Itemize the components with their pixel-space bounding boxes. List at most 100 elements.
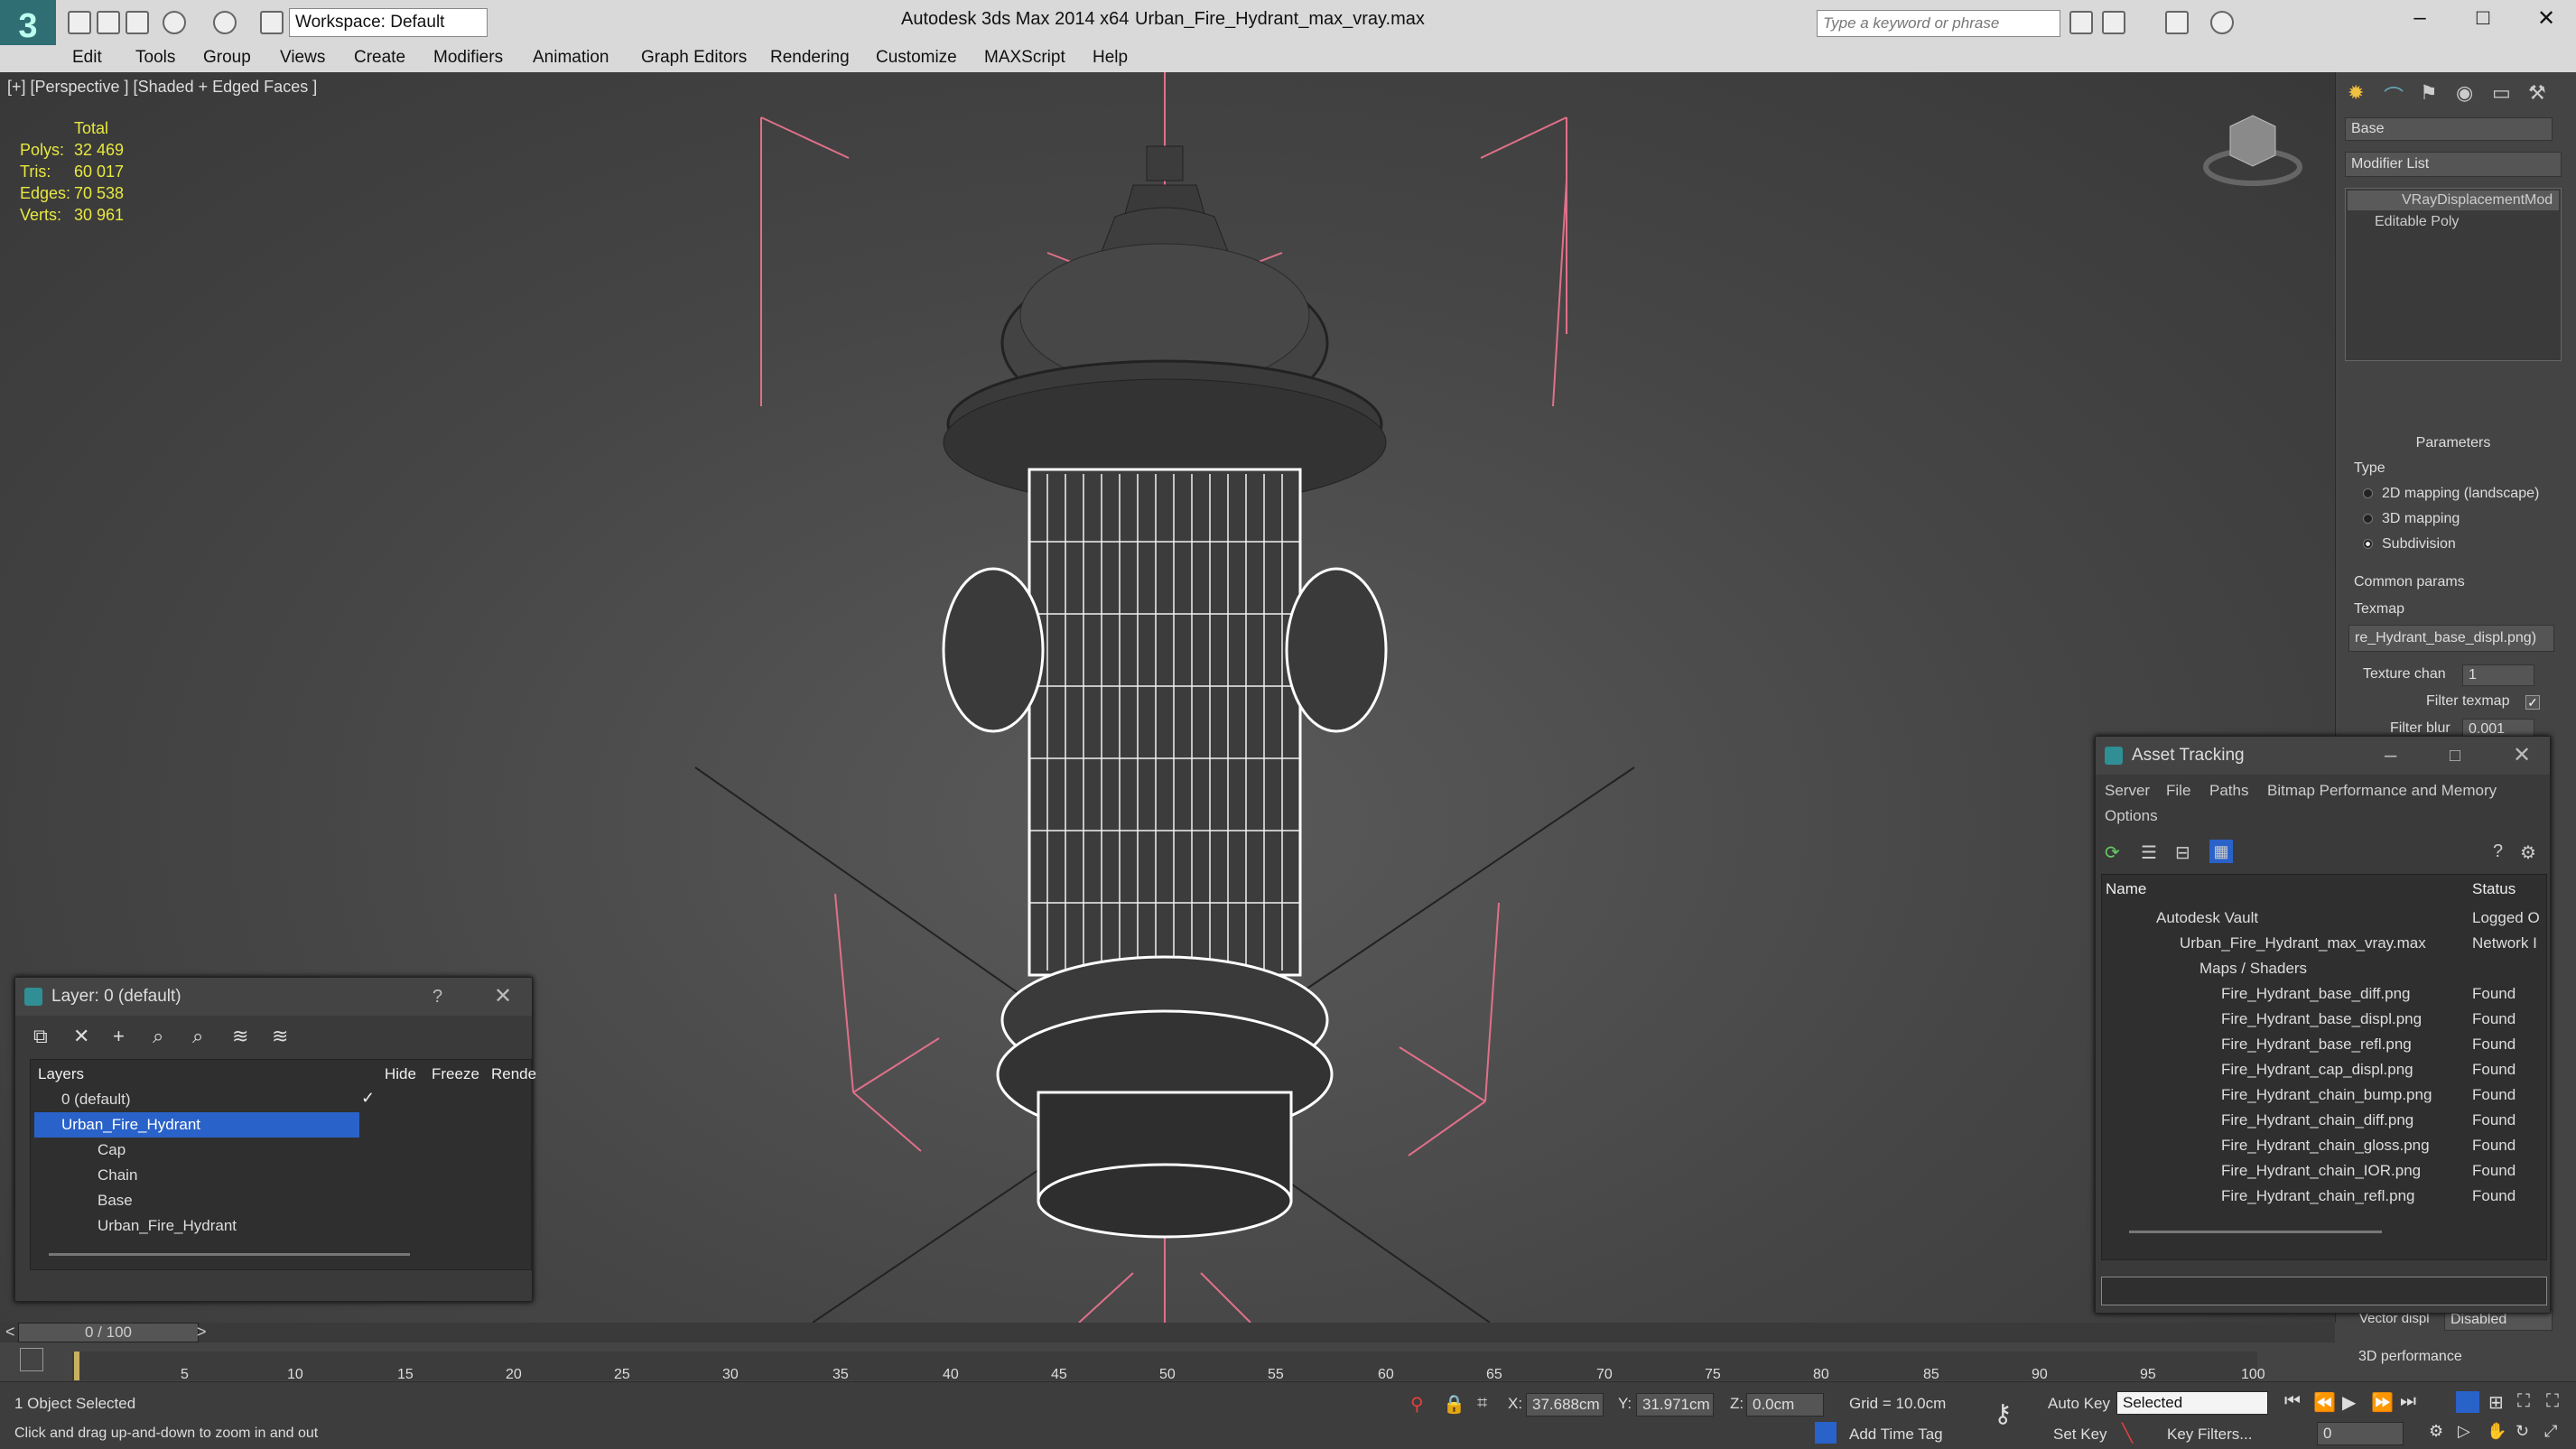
parameters-rollout-title[interactable]: Parameters — [2336, 435, 2571, 451]
time-slider-prev[interactable]: < — [5, 1323, 15, 1342]
object-name-field[interactable]: Base — [2345, 117, 2553, 141]
menu-paths[interactable]: Paths — [2209, 782, 2248, 800]
menu-group[interactable]: Group — [203, 48, 251, 68]
selection-set-dropdown[interactable]: Selected — [2116, 1391, 2268, 1415]
menu-options[interactable]: Options — [2105, 807, 2158, 825]
hierarchy-tab-icon[interactable]: ⚑ — [2420, 81, 2438, 105]
menu-bitmap-performance[interactable]: Bitmap Performance and Memory — [2267, 782, 2497, 800]
key-filters-button[interactable]: Key Filters... — [2167, 1426, 2252, 1444]
field-of-view-icon[interactable]: ▷ — [2458, 1422, 2470, 1441]
table-row[interactable]: Fire_Hydrant_chain_refl.png Found — [2102, 1184, 2548, 1209]
horizontal-scrollbar[interactable] — [2129, 1231, 2382, 1233]
col-freeze[interactable]: Freeze — [432, 1065, 479, 1083]
z-coord-field[interactable]: 0.0cm — [1746, 1393, 1824, 1416]
binoculars-icon[interactable] — [2069, 11, 2093, 34]
modifier-list-dropdown[interactable]: Modifier List — [2345, 152, 2562, 177]
list-item[interactable]: Urban_Fire_Hydrant — [34, 1112, 359, 1138]
close-icon[interactable]: ✕ — [2528, 5, 2564, 32]
motion-tab-icon[interactable]: ◉ — [2456, 81, 2473, 105]
col-name[interactable]: Name — [2106, 880, 2146, 898]
y-coord-field[interactable]: 31.971cm — [1636, 1393, 1714, 1416]
filter-texmap-checkbox[interactable]: ✓ — [2525, 695, 2540, 710]
radio-2d-mapping[interactable]: 2D mapping (landscape) — [2363, 486, 2539, 502]
asset-dialog-title[interactable]: Asset Tracking — [2096, 737, 2550, 775]
viewcube-icon[interactable] — [2203, 115, 2302, 186]
close-icon[interactable]: ✕ — [2513, 737, 2531, 775]
stack-item-vraydisplacement[interactable]: VRayDisplacementMod — [2348, 190, 2559, 210]
table-row[interactable]: Fire_Hydrant_base_diff.png Found — [2102, 981, 2548, 1007]
display-tab-icon[interactable]: ▭ — [2492, 81, 2511, 105]
minimize-icon[interactable]: – — [2385, 737, 2396, 775]
x-coord-field[interactable]: 37.688cm — [1526, 1393, 1604, 1416]
add-to-layer-icon[interactable]: + — [113, 1025, 125, 1048]
project-folder-icon[interactable] — [260, 11, 284, 34]
help-icon[interactable]: ? — [2493, 841, 2503, 862]
zoom-extents-icon[interactable]: ⛶ — [2517, 1391, 2530, 1412]
time-slider-thumb[interactable]: 0 / 100 — [18, 1323, 199, 1342]
asset-path-field[interactable] — [2101, 1277, 2547, 1305]
col-layers[interactable]: Layers — [38, 1065, 84, 1083]
mini-curve-icon[interactable] — [20, 1348, 43, 1371]
help-icon[interactable] — [2210, 11, 2234, 34]
list-item[interactable]: Cap — [34, 1138, 359, 1163]
next-frame-icon[interactable]: ⏩ — [2371, 1391, 2394, 1414]
texmap-button[interactable]: re_Hydrant_base_displ.png) — [2348, 625, 2554, 652]
zoom-extents-all-icon[interactable]: ⛶ — [2546, 1391, 2559, 1412]
current-frame-marker[interactable] — [74, 1351, 79, 1380]
table-row[interactable]: Urban_Fire_Hydrant_max_vray.max Network I — [2102, 931, 2548, 956]
menu-views[interactable]: Views — [280, 48, 325, 68]
maximize-viewport-icon[interactable]: ⤢ — [2544, 1422, 2557, 1441]
menu-create[interactable]: Create — [354, 48, 405, 68]
menu-modifiers[interactable]: Modifiers — [433, 48, 503, 68]
dialog-help-icon[interactable]: ? — [432, 978, 442, 1016]
favorites-star-icon[interactable] — [2165, 11, 2189, 34]
table-row[interactable]: Fire_Hydrant_chain_gloss.png Found — [2102, 1133, 2548, 1158]
go-to-end-icon[interactable]: ⏭ — [2400, 1391, 2416, 1412]
previous-frame-icon[interactable]: ⏪ — [2313, 1391, 2336, 1414]
col-status[interactable]: Status — [2472, 880, 2516, 898]
minimize-icon[interactable]: – — [2402, 5, 2438, 31]
time-tag-icon[interactable] — [1815, 1422, 1837, 1444]
list-item[interactable]: Chain — [34, 1163, 359, 1188]
pan-icon[interactable]: ✋ — [2487, 1422, 2506, 1441]
zoom-all-icon[interactable]: ⊞ — [2488, 1391, 2504, 1414]
auto-key-button[interactable]: Auto Key — [2048, 1395, 2110, 1413]
new-file-icon[interactable] — [68, 11, 91, 34]
col-render[interactable]: Rende — [491, 1065, 536, 1083]
table-row[interactable]: Autodesk Vault Logged O — [2102, 906, 2548, 931]
orbit-icon[interactable]: ↻ — [2516, 1422, 2529, 1441]
highlight-layer-icon[interactable]: ⌕ — [192, 1025, 203, 1048]
table-row[interactable]: Fire_Hydrant_chain_IOR.png Found — [2102, 1158, 2548, 1184]
redo-icon[interactable] — [213, 11, 237, 34]
list-item[interactable]: 0 (default) — [34, 1087, 359, 1112]
table-row[interactable]: Fire_Hydrant_chain_diff.png Found — [2102, 1108, 2548, 1133]
play-icon[interactable]: ▶ — [2342, 1391, 2356, 1414]
refresh-icon[interactable]: ⟳ — [2105, 841, 2120, 864]
key-icon[interactable]: ⚷ — [1994, 1398, 2013, 1428]
time-config-icon[interactable]: ⚙ — [2429, 1422, 2443, 1441]
horizontal-scrollbar[interactable] — [49, 1253, 410, 1256]
undo-icon[interactable] — [163, 11, 186, 34]
time-slider-track[interactable]: < 0 / 100 > — [0, 1323, 2335, 1342]
texture-chan-spinner[interactable]: 1 — [2462, 664, 2534, 686]
hide-all-icon[interactable]: ≋ — [232, 1025, 248, 1048]
stack-item-editable-poly[interactable]: Editable Poly — [2348, 212, 2559, 232]
workspace-dropdown[interactable]: Workspace: Default — [289, 8, 488, 37]
menu-server[interactable]: Server — [2105, 782, 2150, 800]
radio-3d-mapping[interactable]: 3D mapping — [2363, 511, 2460, 527]
create-tab-icon[interactable]: ✹ — [2348, 81, 2364, 105]
table-row[interactable]: Fire_Hydrant_base_refl.png Found — [2102, 1032, 2548, 1057]
save-file-icon[interactable] — [126, 11, 149, 34]
menu-help[interactable]: Help — [1093, 48, 1128, 68]
open-file-icon[interactable] — [97, 11, 120, 34]
new-layer-icon[interactable]: ⧉ — [33, 1025, 48, 1048]
utilities-tab-icon[interactable]: ⚒ — [2528, 81, 2546, 105]
table-row[interactable]: Fire_Hydrant_chain_bump.png Found — [2102, 1082, 2548, 1108]
current-frame-field[interactable]: 0 — [2317, 1422, 2404, 1445]
tree-view-icon[interactable]: ⊟ — [2175, 841, 2190, 864]
table-row[interactable]: Fire_Hydrant_base_displ.png Found — [2102, 1007, 2548, 1032]
col-hide[interactable]: Hide — [385, 1065, 416, 1083]
communication-center-icon[interactable] — [2102, 11, 2125, 34]
isolate-icon[interactable]: ⚲ — [1410, 1393, 1424, 1416]
select-objects-icon[interactable]: ⌕ — [153, 1025, 163, 1048]
